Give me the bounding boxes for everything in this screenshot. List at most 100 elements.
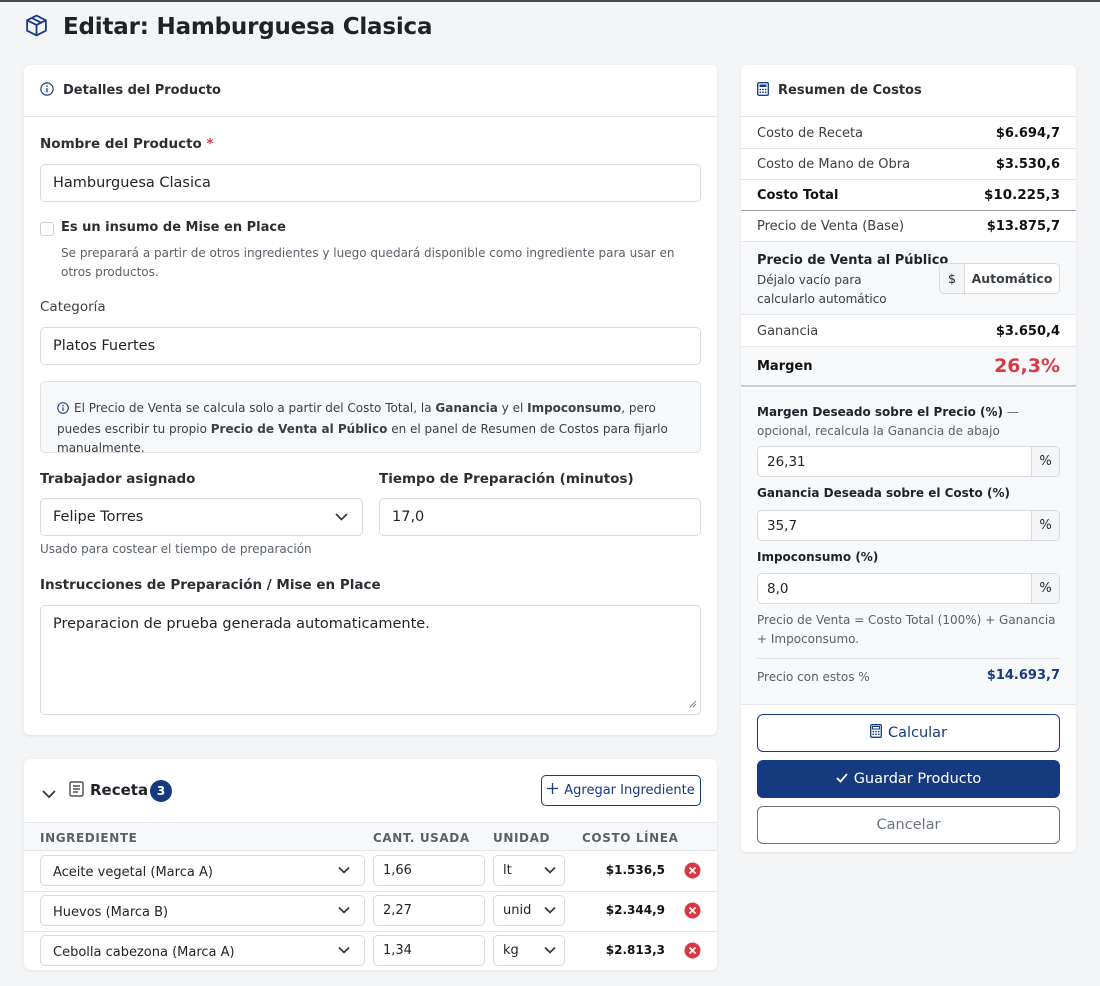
impoconsumo-input[interactable]: 8,0%	[757, 573, 1060, 604]
add-ingredient-button[interactable]: Agregar Ingrediente	[541, 775, 701, 806]
column-header-quantity: CANT. USADA	[373, 831, 470, 845]
instructions-label: Instrucciones de Preparación / Mise en P…	[40, 577, 381, 593]
worker-help: Usado para costear el tiempo de preparac…	[40, 542, 312, 556]
ingredient-value: Aceite vegetal (Marca A)	[53, 865, 213, 880]
chevron-down-icon	[544, 903, 556, 918]
calculator-icon	[757, 81, 769, 100]
line-cost: $1.536,5	[605, 863, 665, 877]
page-title: Editar: Hamburguesa Clasica	[63, 14, 433, 40]
cost-summary-card: Resumen de Costos Costo de Receta $6.694,…	[741, 65, 1076, 852]
public-price-help: Déjalo vacío para calcularlo automático	[757, 273, 887, 306]
desired-margin-value: 26,31	[767, 453, 806, 470]
prep-time-input[interactable]: 17,0	[379, 498, 701, 536]
details-header-label: Detalles del Producto	[63, 83, 221, 98]
recipe-cost-value: $6.694,7	[995, 125, 1060, 141]
desired-margin-label: Margen Deseado sobre el Precio (%) — opc…	[757, 405, 1019, 438]
desired-profit-input[interactable]: 35,7%	[757, 510, 1060, 541]
remove-icon[interactable]	[684, 942, 701, 963]
quantity-input[interactable]: 2,27	[373, 895, 485, 926]
list-icon	[69, 781, 84, 801]
worker-select[interactable]: Felipe Torres	[40, 498, 363, 536]
base-price-value: $13.875,7	[986, 218, 1060, 234]
chevron-down-icon	[544, 943, 556, 958]
price-with-value: $14.693,7	[986, 668, 1060, 683]
table-row: Huevos (Marca B) 2,27 unid $2.344,9	[24, 892, 717, 932]
details-header: Detalles del Producto	[24, 65, 717, 117]
profit-value: $3.650,4	[995, 323, 1060, 339]
worker-label: Trabajador asignado	[40, 471, 196, 487]
labor-cost-value: $3.530,6	[995, 156, 1060, 172]
column-header-ingredient: INGREDIENTE	[40, 831, 138, 845]
base-price-label: Precio de Venta (Base)	[757, 218, 905, 234]
percent-suffix: %	[1031, 574, 1059, 603]
calculator-icon	[870, 724, 882, 742]
product-details-card: Detalles del Producto Nombre del Product…	[24, 65, 717, 735]
page-header: Editar: Hamburguesa Clasica	[24, 10, 433, 44]
desired-margin-input[interactable]: 26,31%	[757, 446, 1060, 477]
summary-header-label: Resumen de Costos	[778, 83, 922, 98]
info-bold: Precio de Venta al Público	[210, 422, 388, 436]
remove-icon[interactable]	[684, 902, 701, 923]
product-name-input[interactable]: Hamburguesa Clasica	[40, 164, 701, 202]
desired-profit-label: Ganancia Deseada sobre el Costo (%)	[757, 486, 1010, 500]
margin-label: Margen	[757, 358, 813, 374]
unit-select[interactable]: unid	[493, 895, 565, 926]
public-price-input[interactable]: $ Automático	[939, 263, 1060, 294]
margin-row: Margen 26,3%	[741, 347, 1076, 387]
unit-select[interactable]: lt	[493, 855, 565, 886]
ingredient-select[interactable]: Aceite vegetal (Marca A)	[40, 855, 365, 886]
check-icon	[836, 771, 848, 787]
save-product-button[interactable]: Guardar Producto	[757, 760, 1060, 798]
save-product-label: Guardar Producto	[853, 771, 982, 787]
worker-value: Felipe Torres	[53, 509, 144, 525]
ingredient-select[interactable]: Cebolla cabezona (Marca A)	[40, 935, 365, 966]
margin-value: 26,3%	[994, 355, 1060, 377]
price-info-box: El Precio de Venta se calcula solo a par…	[40, 381, 701, 455]
recipe-title: Receta	[90, 781, 149, 799]
calculate-label: Calcular	[887, 725, 948, 741]
box-icon	[24, 13, 49, 42]
chevron-down-icon	[544, 863, 556, 878]
cancel-button[interactable]: Cancelar	[757, 806, 1060, 844]
price-formula: Precio de Venta = Costo Total (100%) + G…	[757, 613, 1056, 646]
public-price-placeholder: Automático	[971, 271, 1053, 286]
line-cost: $2.344,9	[605, 903, 665, 917]
collapse-chevron-icon[interactable]	[42, 784, 56, 803]
price-with-label: Precio con estos %	[757, 670, 870, 684]
mise-en-place-label: Es un insumo de Mise en Place	[61, 220, 286, 235]
ingredient-value: Cebolla cabezona (Marca A)	[53, 945, 235, 960]
impoconsumo-label: Impoconsumo (%)	[757, 550, 879, 564]
quantity-input[interactable]: 1,34	[373, 935, 485, 966]
add-ingredient-label: Agregar Ingrediente	[564, 783, 695, 798]
unit-value: lt	[503, 863, 512, 878]
product-name-label: Nombre del Producto *	[40, 136, 214, 152]
category-input[interactable]: Platos Fuertes	[40, 327, 701, 365]
instructions-textarea[interactable]: Preparacion de prueba generada automatic…	[40, 605, 701, 715]
profit-label: Ganancia	[757, 323, 819, 339]
public-price-section: Precio de Venta al Público Déjalo vacío …	[741, 242, 1076, 315]
column-header-line-cost: COSTO LÍNEA	[582, 831, 679, 845]
info-bold: Ganancia	[435, 401, 498, 415]
mise-en-place-help: Se preparará a partir de otros ingredien…	[61, 246, 675, 279]
recipe-card: Receta 3 Agregar Ingrediente INGREDIENTE…	[24, 759, 717, 970]
mise-en-place-checkbox[interactable]	[40, 222, 54, 236]
required-mark: *	[206, 136, 214, 152]
unit-value: unid	[503, 903, 532, 918]
total-cost-value: $10.225,3	[983, 187, 1060, 203]
recipe-cost-label: Costo de Receta	[757, 125, 864, 141]
public-price-label: Precio de Venta al Público	[757, 253, 949, 268]
formula-divider	[757, 658, 1060, 659]
unit-select[interactable]: kg	[493, 935, 565, 966]
calculate-button[interactable]: Calcular	[757, 714, 1060, 752]
pricing-controls-section: Margen Deseado sobre el Precio (%) — opc…	[741, 389, 1076, 705]
percent-suffix: %	[1031, 511, 1059, 540]
resize-handle-icon[interactable]	[689, 696, 697, 712]
total-cost-row: Costo Total $10.225,3	[741, 180, 1076, 211]
remove-icon[interactable]	[684, 862, 701, 883]
quantity-input[interactable]: 1,66	[373, 855, 485, 886]
profit-row: Ganancia $3.650,4	[741, 316, 1076, 347]
chevron-down-icon	[338, 863, 350, 878]
ingredient-select[interactable]: Huevos (Marca B)	[40, 895, 365, 926]
desired-profit-value: 35,7	[767, 517, 798, 534]
percent-suffix: %	[1031, 447, 1059, 476]
